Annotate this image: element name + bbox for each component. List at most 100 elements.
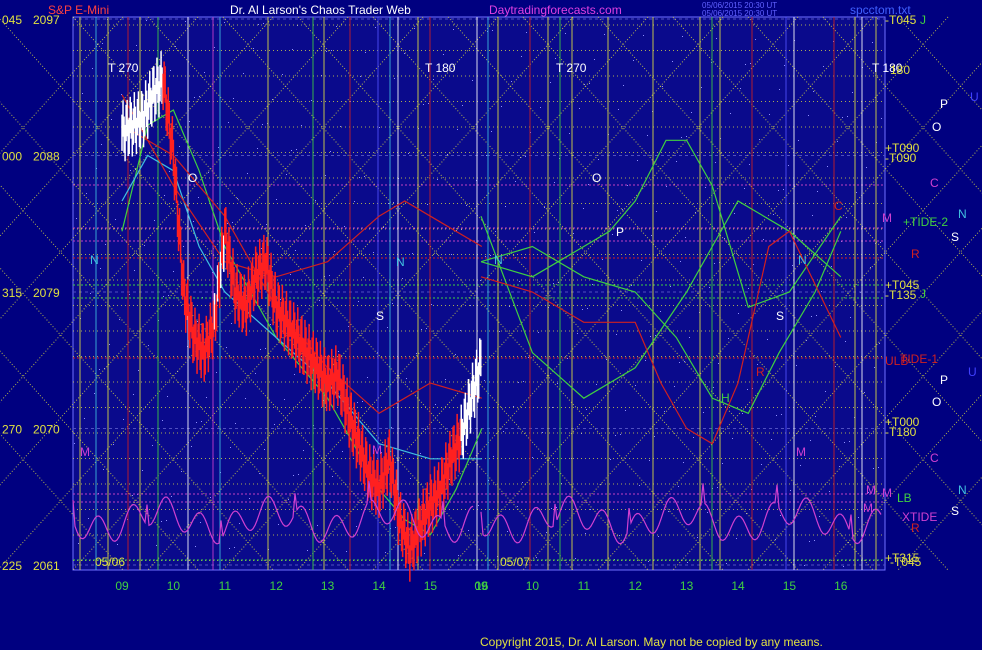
x-tick-label: 13 — [680, 579, 694, 593]
grid-dot — [119, 319, 120, 320]
grid-dot — [849, 441, 850, 442]
x-tick-label: 16 — [834, 579, 848, 593]
grid-dot — [235, 423, 236, 424]
grid-dot — [590, 509, 591, 510]
grid-dot — [166, 520, 167, 521]
grid-dot — [453, 29, 454, 30]
grid-dot — [357, 402, 358, 403]
grid-dot — [602, 259, 603, 260]
grid-dot — [586, 409, 587, 410]
grid-dot — [792, 265, 793, 266]
site-link[interactable]: Daytradingforecasts.com — [489, 3, 622, 17]
grid-dot — [423, 104, 424, 105]
data-file-label: spcctom.txt — [850, 3, 911, 17]
grid-dot — [457, 129, 458, 130]
grid-dot — [738, 313, 739, 314]
grid-dot — [551, 508, 552, 509]
grid-dot — [866, 167, 867, 168]
grid-dot — [412, 253, 413, 254]
grid-dot — [617, 210, 618, 211]
grid-dot — [682, 36, 683, 37]
grid-dot — [105, 244, 106, 245]
grid-dot — [391, 427, 392, 428]
grid-dot — [678, 486, 679, 487]
grid-dot — [800, 465, 801, 466]
grid-dot — [526, 32, 527, 33]
grid-dot — [175, 46, 176, 47]
grid-dot — [780, 515, 781, 516]
grid-dot — [864, 392, 865, 393]
grid-dot — [542, 432, 543, 433]
right-label: U — [968, 365, 977, 379]
angle-tick-label: 270 — [2, 423, 22, 437]
grid-dot — [565, 33, 566, 34]
grid-dot — [408, 153, 409, 154]
grid-dot — [329, 275, 330, 276]
grid-dot — [790, 490, 791, 491]
grid-dot — [639, 485, 640, 486]
grid-dot — [216, 372, 217, 373]
grid-dot — [713, 387, 714, 388]
grid-dot — [394, 78, 395, 79]
grid-dot — [850, 317, 851, 318]
grid-dot — [258, 24, 259, 25]
grid-dot — [123, 419, 124, 420]
grid-dot — [154, 220, 155, 221]
grid-dot — [714, 263, 715, 264]
grid-dot — [556, 507, 557, 508]
grid-dot — [523, 381, 524, 382]
grid-dot — [293, 475, 294, 476]
grid-dot — [651, 235, 652, 236]
grid-dot — [294, 374, 295, 375]
cycle-marker: M — [866, 483, 876, 497]
grid-dot — [870, 267, 871, 268]
cycle-marker: N — [798, 253, 807, 267]
grid-dot — [171, 496, 172, 497]
grid-dot — [843, 566, 844, 567]
grid-dot — [553, 283, 554, 284]
grid-dot — [495, 231, 496, 232]
grid-dot — [823, 66, 824, 67]
grid-dot — [812, 215, 813, 216]
grid-dot — [773, 214, 774, 215]
cycle-marker: T 270 — [108, 61, 139, 75]
grid-dot — [227, 223, 228, 224]
grid-dot — [253, 48, 254, 49]
grid-dot — [470, 305, 471, 306]
grid-dot — [684, 361, 685, 362]
grid-dot — [676, 161, 677, 162]
grid-dot — [736, 538, 737, 539]
right-label: +TIDE-2 — [903, 215, 948, 229]
grid-dot — [858, 517, 859, 518]
grid-dot — [829, 491, 830, 492]
grid-dot — [687, 562, 688, 563]
right-label: J — [920, 287, 926, 301]
grid-dot — [270, 324, 271, 325]
angle-tick-label: 000 — [2, 150, 22, 164]
grid-dot — [472, 80, 473, 81]
grid-dot — [426, 328, 427, 329]
grid-dot — [747, 389, 748, 390]
grid-dot — [845, 341, 846, 342]
grid-dot — [416, 353, 417, 354]
grid-dot — [109, 344, 110, 345]
grid-dot — [788, 165, 789, 166]
grid-dot — [847, 116, 848, 117]
grid-dot — [750, 63, 751, 64]
grid-dot — [245, 398, 246, 399]
grid-dot — [451, 254, 452, 255]
grid-dot — [208, 172, 209, 173]
grid-dot — [534, 232, 535, 233]
grid-dot — [226, 347, 227, 348]
grid-dot — [697, 537, 698, 538]
grid-dot — [522, 482, 523, 483]
grid-dot — [331, 50, 332, 51]
x-tick-label: 14 — [731, 579, 745, 593]
grid-dot — [544, 207, 545, 208]
grid-dot — [113, 444, 114, 445]
grid-dot — [521, 56, 522, 57]
right-label: J — [920, 13, 926, 27]
grid-dot — [538, 332, 539, 333]
grid-dot — [650, 336, 651, 337]
x-tick-label: 11 — [219, 579, 232, 593]
